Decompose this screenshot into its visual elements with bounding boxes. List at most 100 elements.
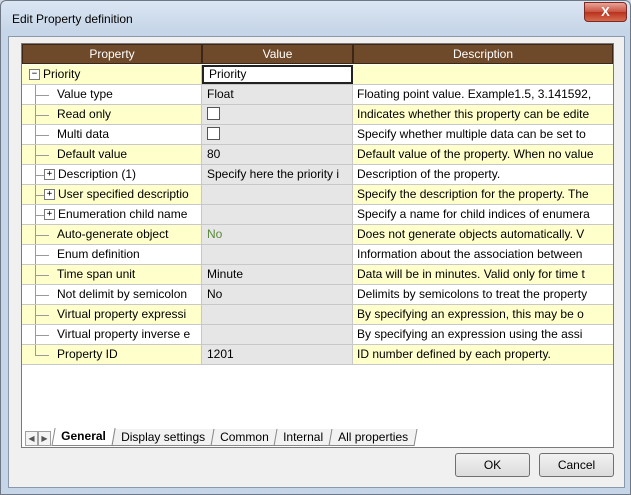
property-cell[interactable]: Multi data xyxy=(22,125,202,144)
property-label: Read only xyxy=(57,107,112,121)
description-cell: Indicates whether this property can be e… xyxy=(353,105,613,124)
value-cell[interactable] xyxy=(202,185,353,204)
tree-branch xyxy=(35,255,49,256)
property-cell[interactable]: Default value xyxy=(22,145,202,164)
property-cell[interactable]: Enum definition xyxy=(22,245,202,264)
tab-common[interactable]: Common xyxy=(210,429,278,446)
expand-icon[interactable]: + xyxy=(44,189,55,200)
tree-branch xyxy=(35,115,49,116)
grid-row[interactable]: Default value 80 Default value of the prop… xyxy=(22,145,613,165)
tree-line xyxy=(35,345,36,355)
tree-branch xyxy=(35,315,49,316)
grid-header: Property Value Description xyxy=(22,44,613,64)
collapse-icon[interactable]: − xyxy=(29,69,40,80)
grid-row[interactable]: + Description (1) Specify here the priorit… xyxy=(22,165,613,185)
property-cell[interactable]: Property ID xyxy=(22,345,202,364)
value-cell[interactable] xyxy=(202,325,353,344)
tree-branch xyxy=(35,335,49,336)
value-checkbox-cell[interactable] xyxy=(202,125,353,144)
property-label: Virtual property expressi xyxy=(57,307,187,321)
property-label: Property ID xyxy=(57,347,118,361)
expand-icon[interactable]: + xyxy=(44,169,55,180)
expand-icon[interactable]: + xyxy=(44,209,55,220)
property-cell[interactable]: Value type xyxy=(22,85,202,104)
tab-scroll-right-icon[interactable]: ▶ xyxy=(38,431,51,446)
description-cell: Specify a name for child indices of enum… xyxy=(353,205,613,224)
value-cell[interactable]: 80 xyxy=(202,145,353,164)
value-checkbox-cell[interactable] xyxy=(202,105,353,124)
close-button[interactable]: X xyxy=(584,2,627,22)
grid-row[interactable]: Multi data Specify whether multiple data … xyxy=(22,125,613,145)
value-cell[interactable]: No xyxy=(202,225,353,244)
grid-row[interactable]: + User specified descriptio Specify the de… xyxy=(22,185,613,205)
grid-row[interactable]: Property ID 1201 ID number defined by each… xyxy=(22,345,613,365)
tab-display-settings[interactable]: Display settings xyxy=(111,429,215,446)
property-cell[interactable]: Auto-generate object xyxy=(22,225,202,244)
value-cell[interactable]: Specify here the priority i xyxy=(202,165,353,184)
property-cell[interactable]: Not delimit by semicolon xyxy=(22,285,202,304)
property-cell[interactable]: Time span unit xyxy=(22,265,202,284)
property-label: Multi data xyxy=(57,127,110,141)
grid-row[interactable]: + Enumeration child name Specify a name fo… xyxy=(22,205,613,225)
property-label: Priority xyxy=(43,67,81,81)
tab-label: Common xyxy=(219,430,269,444)
tree-branch xyxy=(35,95,49,96)
property-label: Value type xyxy=(57,87,113,101)
property-label: Virtual property inverse e xyxy=(57,327,191,341)
cancel-button[interactable]: Cancel xyxy=(539,453,614,477)
property-label: Auto-generate object xyxy=(57,227,169,241)
ok-button[interactable]: OK xyxy=(455,453,530,477)
property-label: Default value xyxy=(57,147,128,161)
grid-row[interactable]: Value type Float Floating point value. Exa… xyxy=(22,85,613,105)
value-cell[interactable]: 1201 xyxy=(202,345,353,364)
property-cell[interactable]: + Enumeration child name xyxy=(22,205,202,224)
description-cell: Information about the association betwee… xyxy=(353,245,613,264)
property-cell[interactable]: + User specified descriptio xyxy=(22,185,202,204)
property-cell[interactable]: − Priority xyxy=(22,65,202,84)
grid-row[interactable]: − Priority Priority xyxy=(22,65,613,85)
tree-branch xyxy=(35,295,49,296)
description-cell: Floating point value. Example1.5, 3.1415… xyxy=(353,85,613,104)
tab-all-properties[interactable]: All properties xyxy=(328,429,418,446)
tab-label: Display settings xyxy=(120,430,205,444)
grid-row[interactable]: Read only Indicates whether this property… xyxy=(22,105,613,125)
property-cell[interactable]: + Description (1) xyxy=(22,165,202,184)
property-label: User specified descriptio xyxy=(58,187,189,201)
value-cell[interactable] xyxy=(202,245,353,264)
grid-row[interactable]: Virtual property inverse e By specifying … xyxy=(22,325,613,345)
dialog-client-area: Property Value Description − Priority Prio… xyxy=(8,36,625,488)
property-cell[interactable]: Read only xyxy=(22,105,202,124)
column-header-value[interactable]: Value xyxy=(202,44,353,64)
description-cell: Delimits by semicolons to treat the prop… xyxy=(353,285,613,304)
title-bar: Edit Property definition X xyxy=(1,1,630,35)
column-header-description[interactable]: Description xyxy=(353,44,613,64)
value-cell[interactable]: No xyxy=(202,285,353,304)
grid-row[interactable]: Virtual property expressi By specifying a… xyxy=(22,305,613,325)
value-checkbox[interactable] xyxy=(207,106,220,120)
property-label: Time span unit xyxy=(57,267,136,281)
tree-branch xyxy=(35,155,49,156)
tab-scroll-left-icon[interactable]: ◀ xyxy=(25,431,38,446)
property-cell[interactable]: Virtual property inverse e xyxy=(22,325,202,344)
tree-branch xyxy=(35,235,49,236)
description-cell: ID number defined by each property. xyxy=(353,345,613,364)
grid-row[interactable]: Auto-generate object No Does not generate … xyxy=(22,225,613,245)
tree-branch xyxy=(35,275,49,276)
value-checkbox[interactable] xyxy=(207,126,220,140)
description-cell xyxy=(353,65,613,84)
property-cell[interactable]: Virtual property expressi xyxy=(22,305,202,324)
column-header-property[interactable]: Property xyxy=(22,44,202,64)
property-label: Description (1) xyxy=(58,167,137,181)
tab-general[interactable]: General xyxy=(51,428,116,446)
window-title: Edit Property definition xyxy=(12,12,133,26)
grid-row[interactable]: Not delimit by semicolon No Delimits by se… xyxy=(22,285,613,305)
grid-row[interactable]: Enum definition Information about the ass… xyxy=(22,245,613,265)
value-cell[interactable]: Priority xyxy=(202,65,353,84)
value-cell[interactable]: Float xyxy=(202,85,353,104)
description-cell: Description of the property. xyxy=(353,165,613,184)
value-cell[interactable]: Minute xyxy=(202,265,353,284)
value-cell[interactable] xyxy=(202,205,353,224)
tab-internal[interactable]: Internal xyxy=(273,429,333,446)
value-cell[interactable] xyxy=(202,305,353,324)
grid-row[interactable]: Time span unit Minute Data will be in minu… xyxy=(22,265,613,285)
